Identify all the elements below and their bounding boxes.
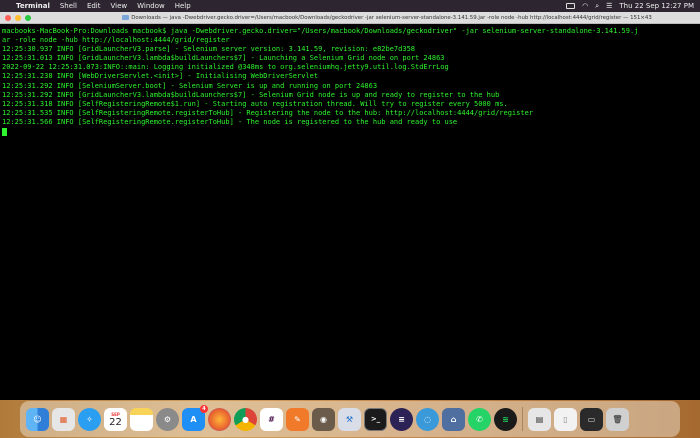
minimize-button[interactable]: [15, 14, 21, 21]
zoom-button[interactable]: [25, 14, 31, 21]
xcode-icon[interactable]: ⚒: [338, 407, 361, 431]
notes-icon[interactable]: [130, 407, 153, 431]
dock-separator: [522, 407, 523, 431]
folder-icon: [122, 15, 130, 20]
window-title-text: Downloads — java -Dwebdriver.gecko.drive…: [131, 15, 652, 21]
system-preferences-icon[interactable]: ⚙: [156, 407, 179, 431]
folder-stack-icon[interactable]: ▭: [580, 407, 603, 431]
console-line: 12:25:31.535 INFO [SelfRegisteringRemote…: [2, 108, 534, 117]
console-line: 12:25:31.238 INFO [WebDriverServlet.<ini…: [2, 72, 319, 81]
terminal-output[interactable]: macbooks-MacBook-Pro:Downloads macbook$ …: [0, 24, 700, 142]
console-line: 12:25:30.937 INFO [GridLauncherV3.parse]…: [2, 45, 416, 54]
menu-view[interactable]: View: [111, 2, 128, 10]
window-title: Downloads — java -Dwebdriver.gecko.drive…: [80, 12, 694, 24]
preview-icon[interactable]: ◉: [312, 407, 335, 431]
console-line: 12:25:31.013 INFO [GridLauncherV3.lambda…: [2, 54, 445, 63]
calendar-day: 22: [109, 417, 122, 428]
document-icon[interactable]: ▯: [554, 407, 577, 431]
window-titlebar[interactable]: Downloads — java -Dwebdriver.gecko.drive…: [0, 12, 700, 24]
launchpad-icon[interactable]: ▦: [52, 407, 75, 431]
menu-clock[interactable]: Thu 22 Sep 12:27 PM: [619, 2, 694, 10]
pencil-app-icon[interactable]: ✎: [286, 407, 309, 431]
trash-icon[interactable]: 🗑: [606, 407, 629, 431]
app-store-badge: 4: [200, 404, 208, 413]
text-cursor: [2, 128, 7, 137]
menu-window[interactable]: Window: [137, 2, 165, 10]
whatsapp-icon[interactable]: ✆: [468, 407, 491, 431]
calendar-icon[interactable]: SEP 22: [104, 407, 127, 431]
status-area: ◠ ⌕ ☰ Thu 22 Sep 12:27 PM: [566, 2, 694, 11]
spotify-icon[interactable]: ≋: [494, 407, 517, 431]
search-icon[interactable]: ⌕: [595, 2, 599, 11]
console-line: macbooks-MacBook-Pro:Downloads macbook$ …: [2, 27, 639, 35]
menu-app-terminal[interactable]: Terminal: [16, 2, 50, 10]
app-store-icon[interactable]: A 4: [182, 404, 208, 431]
console-line: 12:25:31.292 INFO [GridLauncherV3.lambda…: [2, 90, 500, 99]
console-line: 2022-09-22 12:25:31.073:INFO::main: Logg…: [2, 63, 449, 72]
window-controls: [5, 14, 31, 21]
console-line: ar -role node -hub http://localhost:4444…: [2, 36, 230, 45]
finder-icon[interactable]: ☺: [26, 407, 49, 431]
slack-icon[interactable]: #: [260, 407, 283, 431]
console-line: 12:25:31.566 INFO [SelfRegisteringRemote…: [2, 117, 458, 126]
console-line: 12:25:31.318 INFO [SelfRegisteringRemote…: [2, 99, 508, 108]
safari-icon[interactable]: ✧: [78, 407, 101, 431]
close-button[interactable]: [5, 14, 11, 21]
control-center-icon[interactable]: ☰: [606, 2, 612, 10]
chrome-icon[interactable]: ●: [234, 407, 257, 431]
wifi-icon[interactable]: ◠: [582, 2, 588, 10]
eclipse-icon[interactable]: ≡: [390, 407, 413, 431]
menu-edit[interactable]: Edit: [87, 2, 101, 10]
notch-app-icon[interactable]: ⌂: [442, 407, 465, 431]
downloads-stack-icon[interactable]: ▤: [528, 407, 551, 431]
terminal-icon[interactable]: >_: [364, 407, 387, 431]
console-line: 12:25:31.292 INFO [SeleniumServer.boot] …: [2, 81, 378, 90]
menu-bar: Terminal Shell Edit View Window Help ◠ ⌕…: [0, 0, 700, 12]
dock: ☺ ▦ ✧ SEP 22 ⚙ A 4 ● # ✎ ◉ ⚒ >_ ≡ ◌ ⌂ ✆ …: [20, 401, 680, 437]
firefox-icon[interactable]: [208, 407, 231, 431]
menu-shell[interactable]: Shell: [60, 2, 77, 10]
battery-icon[interactable]: [566, 3, 576, 9]
menu-help[interactable]: Help: [175, 2, 191, 10]
terminal-window[interactable]: Downloads — java -Dwebdriver.gecko.drive…: [0, 12, 700, 402]
screen-recorder-icon[interactable]: ◌: [416, 407, 439, 431]
